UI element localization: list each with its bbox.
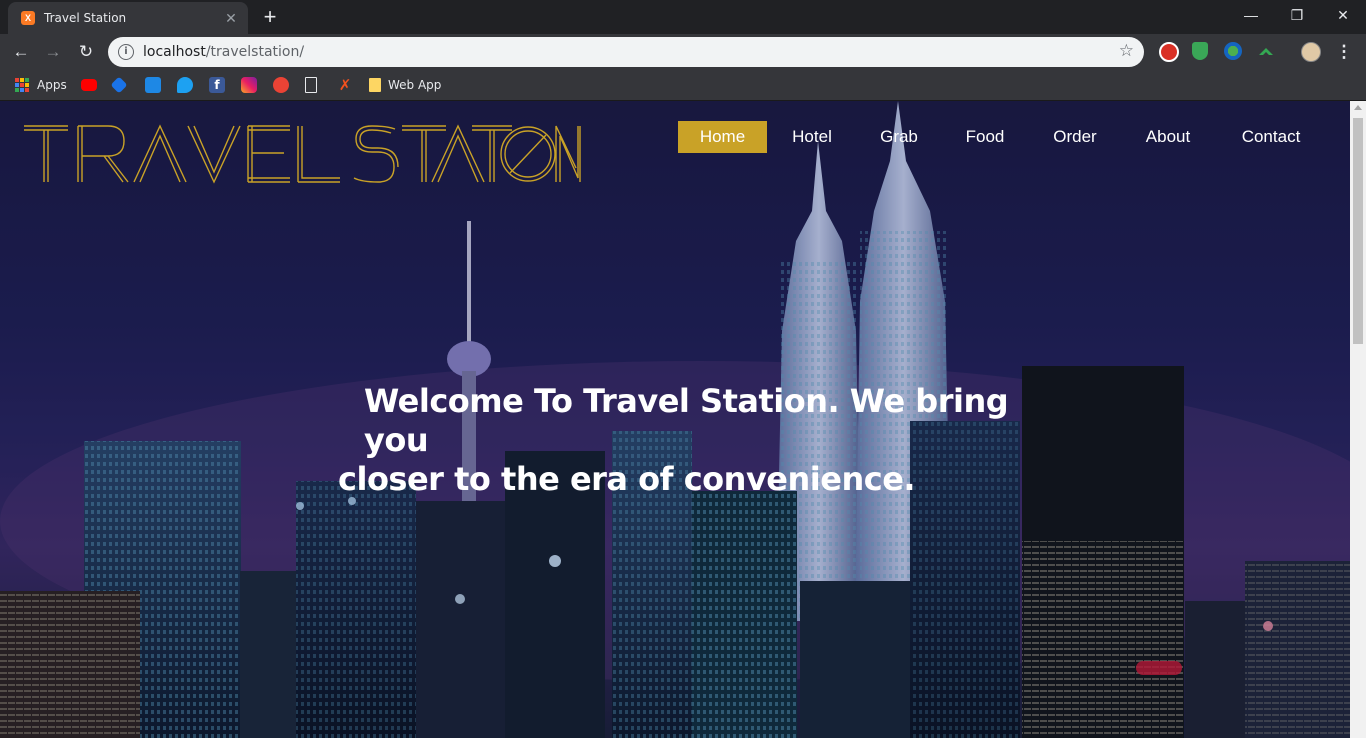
- address-bar[interactable]: i localhost/travelstation/ ☆: [108, 37, 1144, 67]
- page-icon: [305, 77, 317, 93]
- bookmarks-bar: Apps f ✗ Web App: [0, 70, 1366, 101]
- nav-hotel[interactable]: Hotel: [783, 121, 841, 153]
- bookmark-play[interactable]: [273, 76, 296, 94]
- bookmark-pen[interactable]: [110, 76, 132, 94]
- page-scrollbar[interactable]: [1350, 101, 1366, 738]
- play-icon: [273, 77, 289, 93]
- tab-strip: X Travel Station ✕ + — ❐ ✕: [0, 0, 1366, 34]
- window-close-button[interactable]: ✕: [1320, 0, 1366, 30]
- new-tab-button[interactable]: +: [258, 5, 282, 29]
- reload-button[interactable]: ↻: [74, 40, 98, 64]
- chrome-menu-icon[interactable]: ⋮: [1334, 42, 1354, 62]
- forward-button[interactable]: →: [41, 40, 65, 64]
- url-text[interactable]: localhost/travelstation/: [143, 44, 304, 60]
- bookmark-web-app[interactable]: Web App: [369, 76, 441, 94]
- nav-contact[interactable]: Contact: [1233, 121, 1309, 153]
- site-info-icon[interactable]: i: [118, 44, 134, 60]
- shield-extension-icon[interactable]: [1192, 42, 1208, 60]
- bookmark-web-app-label: Web App: [388, 78, 442, 92]
- bookmark-page[interactable]: [305, 76, 324, 94]
- minimize-button[interactable]: —: [1228, 0, 1274, 30]
- hero-line-1: Welcome To Travel Station. We bring you: [364, 382, 1009, 459]
- scroll-thumb[interactable]: [1353, 118, 1363, 344]
- bookmark-youtube[interactable]: [81, 76, 104, 94]
- bookmark-facebook[interactable]: f: [209, 76, 232, 94]
- bag-icon: [145, 77, 161, 93]
- bookmark-twitter[interactable]: [177, 76, 200, 94]
- x-icon: ✗: [338, 76, 352, 94]
- instagram-icon: [241, 77, 257, 93]
- bookmark-x[interactable]: ✗: [337, 76, 360, 94]
- browser-tab[interactable]: X Travel Station ✕: [8, 2, 248, 34]
- browser-toolbar: ← → ↻ i localhost/travelstation/ ☆ ⋮: [0, 34, 1366, 70]
- twitter-icon: [177, 77, 193, 93]
- note-icon: [369, 78, 381, 92]
- back-button[interactable]: ←: [9, 40, 33, 64]
- nav-about[interactable]: About: [1137, 121, 1199, 153]
- xampp-favicon-icon: X: [21, 11, 35, 25]
- restore-button[interactable]: ❐: [1274, 0, 1320, 30]
- hero-line-2: closer to the era of convenience.: [338, 460, 916, 498]
- bookmark-apps-label: Apps: [37, 78, 67, 92]
- globe-extension-icon[interactable]: [1224, 42, 1242, 60]
- nav-grab[interactable]: Grab: [870, 121, 928, 153]
- nav-home[interactable]: Home: [678, 121, 767, 153]
- green-arrow-extension-icon[interactable]: [1257, 42, 1275, 60]
- travel-station-logo[interactable]: [22, 123, 582, 185]
- bookmark-instagram[interactable]: [241, 76, 264, 94]
- pen-icon: [110, 76, 128, 94]
- tab-title: Travel Station: [44, 11, 127, 25]
- nav-food[interactable]: Food: [956, 121, 1014, 153]
- tab-close-icon[interactable]: ✕: [222, 9, 240, 27]
- bookmark-star-icon[interactable]: ☆: [1119, 41, 1134, 61]
- facebook-icon: f: [209, 77, 225, 93]
- hero-section: Home Hotel Grab Food Order About Contact…: [0, 101, 1350, 738]
- bookmark-apps[interactable]: Apps: [14, 76, 67, 94]
- apps-grid-icon: [14, 77, 30, 93]
- hero-headline: Welcome To Travel Station. We bring you …: [338, 382, 1018, 499]
- ublock-extension-icon[interactable]: [1159, 42, 1179, 62]
- scroll-up-arrow-icon[interactable]: [1354, 105, 1362, 110]
- nav-order[interactable]: Order: [1044, 121, 1106, 153]
- profile-avatar[interactable]: [1301, 42, 1321, 62]
- bookmark-bag[interactable]: [145, 76, 168, 94]
- youtube-icon: [81, 79, 97, 91]
